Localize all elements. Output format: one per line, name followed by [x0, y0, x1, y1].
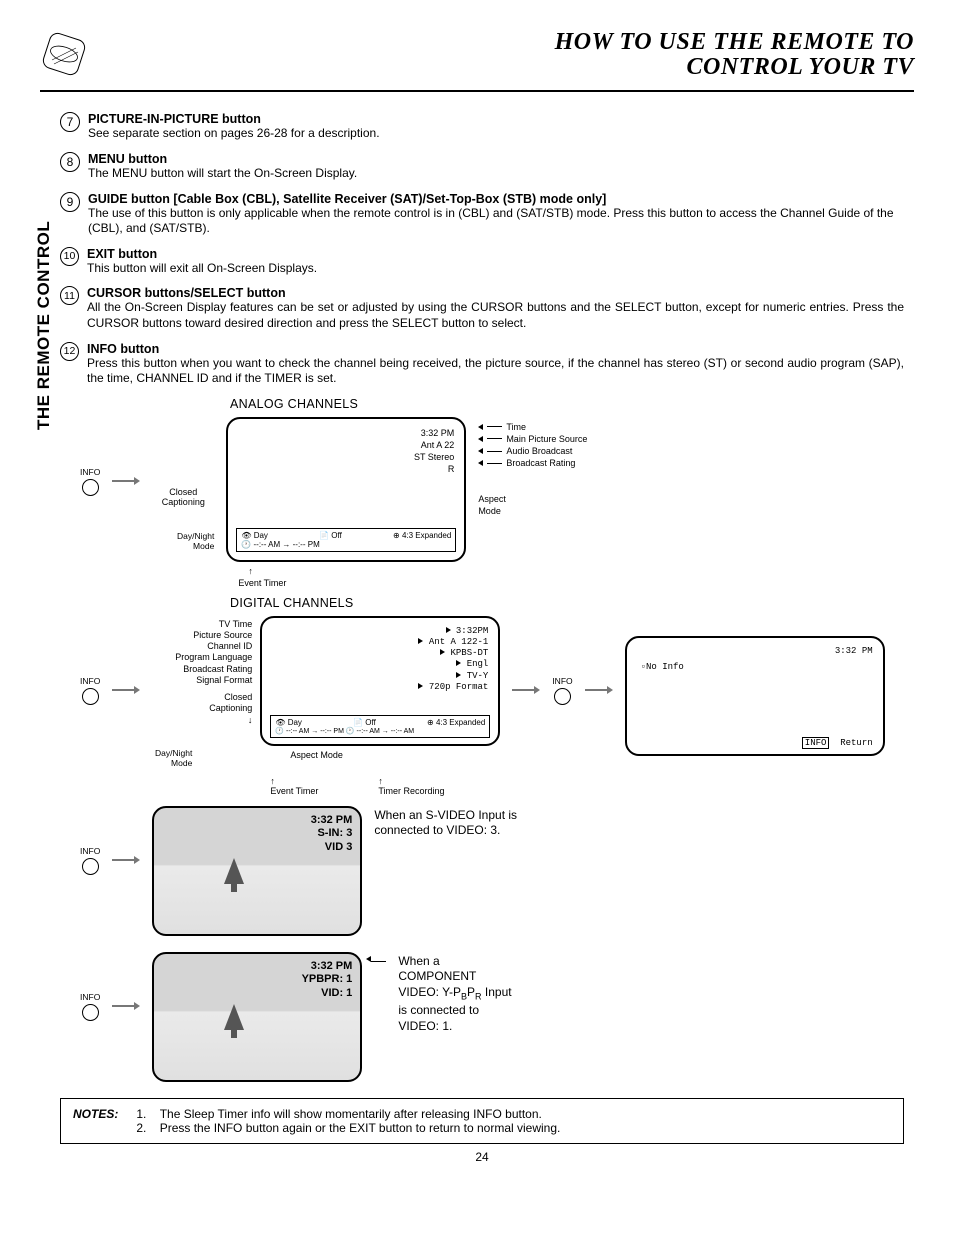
video-desc: When a COMPONENT VIDEO: Y-PBPR Input is … [398, 954, 548, 1034]
tv-screen-svideo: 3:32 PM S-IN: 3 VID 3 [152, 806, 362, 936]
note-2: Press the INFO button again or the EXIT … [160, 1121, 561, 1135]
day-night-label: Day/NightMode [152, 531, 214, 551]
osd-input: YPBPR: 1 [302, 973, 353, 987]
item-desc: See separate section on pages 26-28 for … [88, 126, 904, 142]
tv-screen-digital: 3:32PM Ant A 122-1 KPBS-DT Engl TV-Y 720… [260, 616, 500, 746]
info-label: INFO [80, 992, 100, 1002]
osd-return: INFO Return [802, 738, 873, 748]
callout-channel: Channel ID [152, 641, 252, 652]
notes-label: NOTES: [73, 1107, 118, 1135]
callout-source: Main Picture Source [506, 433, 587, 445]
arrow-icon [112, 856, 140, 864]
note-1: The Sleep Timer info will show momentari… [160, 1107, 542, 1121]
notes-box: NOTES: 1. The Sleep Timer info will show… [60, 1098, 904, 1144]
arrow-icon [112, 1002, 140, 1010]
item-number-12: 12 [60, 342, 79, 361]
osd-vid: VID 3 [311, 841, 353, 855]
item-number-7: 7 [60, 112, 80, 132]
info-label: INFO [80, 467, 100, 477]
brand-logo [40, 30, 88, 78]
arrow-icon [112, 686, 140, 694]
arrow-icon [585, 686, 613, 694]
callout-lang: Program Language [152, 652, 252, 663]
arrow-icon [512, 686, 540, 694]
osd-time: 3:32 PM [311, 814, 353, 828]
item-number-11: 11 [60, 286, 79, 305]
callout-audio: Audio Broadcast [506, 445, 572, 457]
info-label: INFO [80, 846, 100, 856]
callout-format: Signal Format [152, 675, 252, 686]
tv-screen-noinfo: 3:32 PM ▫No Info INFO Return [625, 636, 885, 756]
osd-source: Ant A 22 [414, 439, 454, 451]
osd-time: 3:32 PM [302, 960, 353, 974]
osd-time: 3:32 PM [414, 427, 454, 439]
osd-noinfo: ▫No Info [641, 662, 684, 672]
cc-label: ClosedCaptioning↓ [152, 692, 252, 726]
callout-rating: Broadcast Rating [506, 457, 575, 469]
status-bar: 👁 Day 📄 Off ⊕ 4:3 Expanded 🕐 --:-- AM → … [270, 715, 490, 738]
item-title: GUIDE button [Cable Box (CBL), Satellite… [88, 192, 904, 206]
tv-screen-analog: 3:32 PM Ant A 22 ST Stereo R 👁 Day 📄 Off… [226, 417, 466, 562]
item-title: INFO button [87, 342, 904, 356]
info-button-icon [82, 688, 99, 705]
item-title: CURSOR buttons/SELECT button [87, 286, 904, 300]
osd-vid: VID: 1 [302, 987, 353, 1001]
item-desc: The MENU button will start the On-Screen… [88, 166, 904, 182]
callout-time: Time [506, 421, 526, 433]
osd-rating: R [414, 463, 454, 475]
event-timer-label: Event Timer [238, 578, 466, 588]
cc-label: ClosedCaptioning [152, 487, 214, 507]
status-bar: 👁 Day 📄 Off ⊕ 4:3 Expanded 🕐 --:-- AM → … [236, 528, 456, 552]
page-title: HOW TO USE THE REMOTE TO CONTROL YOUR TV [555, 30, 914, 80]
item-desc: Press this button when you want to check… [87, 356, 904, 387]
item-number-10: 10 [60, 247, 79, 266]
callout-rating: Broadcast Rating [152, 664, 252, 675]
item-desc: This button will exit all On-Screen Disp… [87, 261, 904, 277]
day-night-label: Day/NightMode [152, 748, 192, 768]
osd-time: 3:32 PM [835, 646, 873, 656]
callout-tvtime: TV Time [152, 619, 252, 630]
item-title: EXIT button [87, 247, 904, 261]
page-number: 24 [60, 1150, 904, 1164]
info-button-icon [82, 479, 99, 496]
divider [40, 90, 914, 92]
osd-audio: ST Stereo [414, 451, 454, 463]
arrow-icon [112, 477, 140, 485]
info-label: INFO [552, 676, 572, 686]
info-button-icon [82, 858, 99, 875]
digital-heading: DIGITAL CHANNELS [230, 596, 904, 610]
callout-source: Picture Source [152, 630, 252, 641]
side-tab: THE REMOTE CONTROL [34, 221, 54, 430]
info-button-icon [82, 1004, 99, 1021]
video-desc: When an S-VIDEO Input is connected to VI… [374, 808, 524, 839]
item-desc: The use of this button is only applicabl… [88, 206, 904, 237]
item-title: PICTURE-IN-PICTURE button [88, 112, 904, 126]
timer-recording-label: Timer Recording [378, 786, 444, 796]
callout-aspect: AspectMode [478, 493, 587, 517]
item-number-8: 8 [60, 152, 80, 172]
info-button-icon [554, 688, 571, 705]
osd-input: S-IN: 3 [311, 827, 353, 841]
item-number-9: 9 [60, 192, 80, 212]
analog-heading: ANALOG CHANNELS [230, 397, 904, 411]
info-label: INFO [80, 676, 100, 686]
tv-screen-component: 3:32 PM YPBPR: 1 VID: 1 [152, 952, 362, 1082]
event-timer-label: Event Timer [270, 786, 318, 796]
aspect-mode-label: Aspect Mode [290, 750, 343, 768]
item-desc: All the On-Screen Display features can b… [87, 300, 904, 331]
item-title: MENU button [88, 152, 904, 166]
